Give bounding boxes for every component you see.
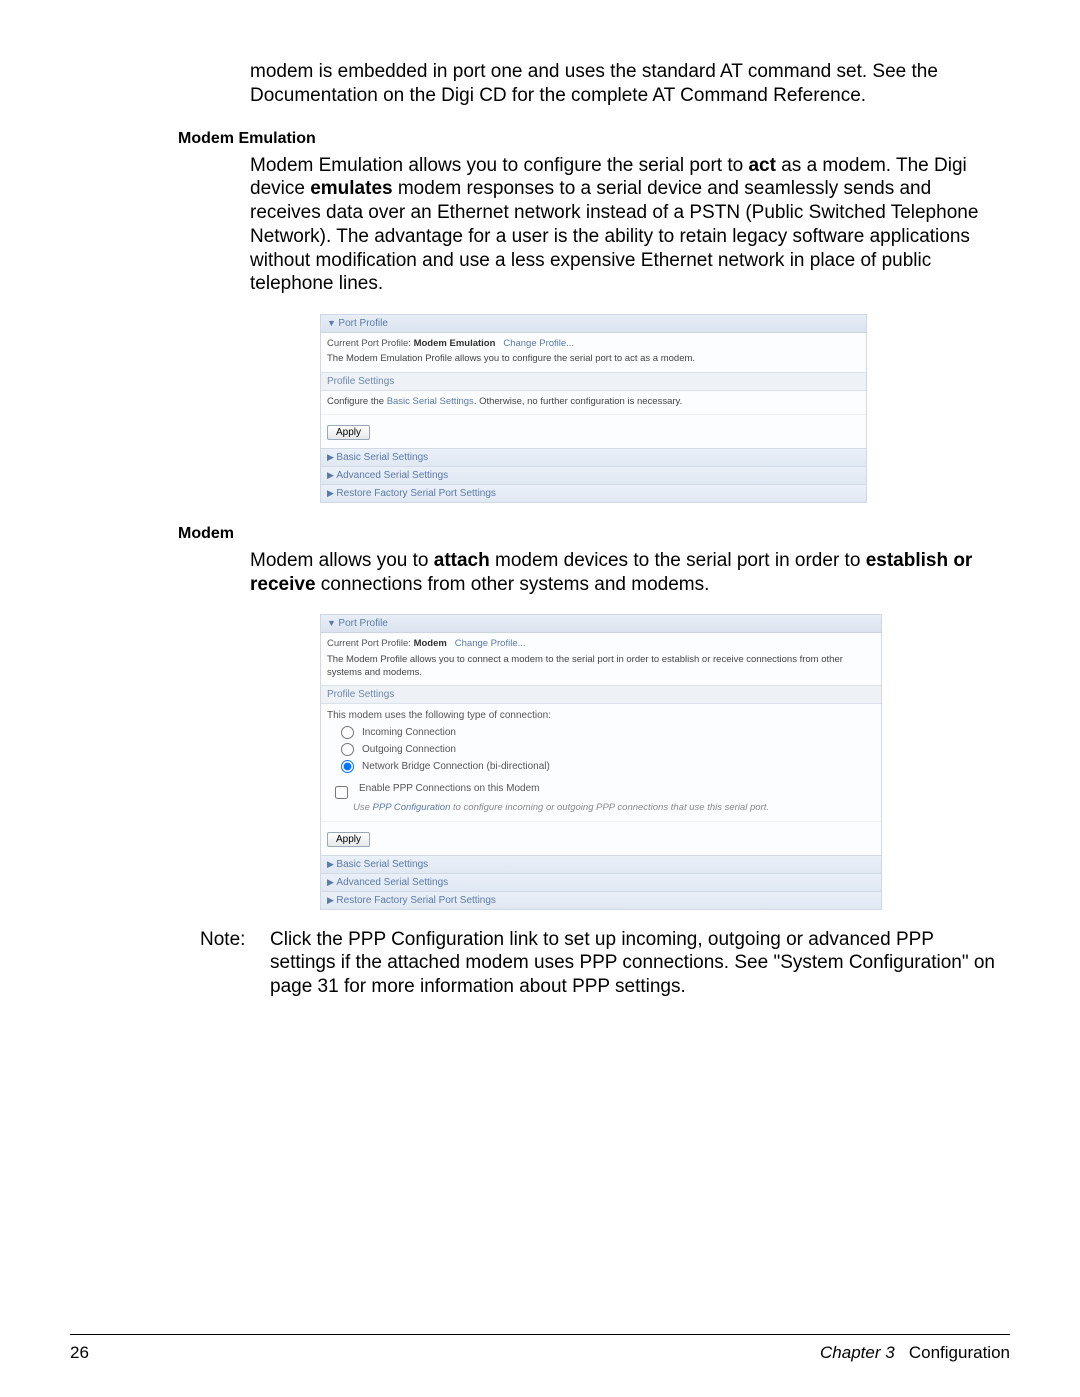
row-advanced-serial[interactable]: ▶ Advanced Serial Settings (321, 466, 866, 484)
checkbox-enable-ppp[interactable]: Enable PPP Connections on this Modem (327, 775, 875, 802)
radio-outgoing[interactable]: Outgoing Connection (327, 741, 875, 758)
text: connections from other systems and modem… (316, 574, 710, 595)
apply-button[interactable]: Apply (327, 425, 370, 440)
radio-incoming[interactable]: Incoming Connection (327, 724, 875, 741)
row-restore-factory[interactable]: ▶ Restore Factory Serial Port Settings (321, 891, 881, 909)
chevron-down-icon: ▼ (327, 618, 338, 628)
text-bold: attach (434, 550, 490, 571)
panel-body: Current Port Profile: Modem Emulation Ch… (321, 333, 866, 372)
row-label: Advanced Serial Settings (336, 470, 448, 481)
radio-input[interactable] (341, 743, 354, 756)
checkbox-label: Enable PPP Connections on this Modem (359, 783, 539, 794)
panel-header[interactable]: ▼ Port Profile (321, 315, 866, 333)
apply-button[interactable]: Apply (327, 832, 370, 847)
chevron-right-icon: ▶ (327, 895, 336, 905)
settings-body: This modem uses the following type of co… (321, 704, 881, 820)
apply-row: Apply (321, 821, 881, 855)
chevron-down-icon: ▼ (327, 318, 338, 328)
current-profile-name: Modem (414, 638, 447, 649)
ppp-hint: Use PPP Configuration to configure incom… (327, 802, 875, 814)
radio-label: Incoming Connection (362, 727, 456, 738)
panel-title: Port Profile (338, 318, 387, 329)
content-column: modem is embedded in port one and uses t… (250, 60, 1000, 999)
radio-input[interactable] (341, 726, 354, 739)
checkbox-input[interactable] (335, 786, 348, 799)
chevron-right-icon: ▶ (327, 488, 336, 498)
intro-paragraph: modem is embedded in port one and uses t… (250, 60, 1000, 108)
note-label: Note: (200, 928, 254, 999)
row-label: Basic Serial Settings (336, 859, 428, 870)
row-basic-serial[interactable]: ▶ Basic Serial Settings (321, 855, 881, 873)
chevron-right-icon: ▶ (327, 859, 336, 869)
footer-right: Chapter 3 Configuration (820, 1343, 1010, 1363)
chevron-right-icon: ▶ (327, 452, 336, 462)
chevron-right-icon: ▶ (327, 877, 336, 887)
text-bold: act (748, 155, 775, 176)
conn-intro: This modem uses the following type of co… (327, 710, 875, 721)
text: Use (353, 802, 373, 813)
note: Note: Click the PPP Configuration link t… (200, 928, 1000, 999)
row-label: Advanced Serial Settings (336, 877, 448, 888)
chevron-right-icon: ▶ (327, 470, 336, 480)
current-profile-name: Modem Emulation (414, 338, 496, 349)
current-profile-label: Current Port Profile: (327, 338, 411, 349)
row-label: Restore Factory Serial Port Settings (336, 488, 496, 499)
text-bold: emulates (310, 178, 392, 199)
para-modem-emulation: Modem Emulation allows you to configure … (250, 154, 1000, 297)
radio-input[interactable] (341, 760, 354, 773)
page-number: 26 (70, 1343, 89, 1363)
current-profile-label: Current Port Profile: (327, 638, 411, 649)
text: Modem allows you to (250, 550, 434, 571)
heading-modem-emulation: Modem Emulation (178, 130, 1000, 148)
profile-settings-bar: Profile Settings (321, 685, 881, 704)
text: Configure the (327, 396, 387, 407)
ppp-configuration-link[interactable]: PPP Configuration (373, 802, 451, 813)
row-label: Restore Factory Serial Port Settings (336, 895, 496, 906)
heading-modem: Modem (178, 525, 1000, 543)
radio-label: Outgoing Connection (362, 744, 456, 755)
panel-body: Current Port Profile: Modem Change Profi… (321, 633, 881, 685)
apply-row: Apply (321, 414, 866, 448)
radio-bridge[interactable]: Network Bridge Connection (bi-directiona… (327, 758, 875, 775)
profile-desc: The Modem Emulation Profile allows you t… (327, 352, 860, 365)
profile-desc: The Modem Profile allows you to connect … (327, 653, 875, 680)
para-modem: Modem allows you to attach modem devices… (250, 549, 1000, 597)
panel-header[interactable]: ▼ Port Profile (321, 615, 881, 633)
panel-modem-emulation: ▼ Port Profile Current Port Profile: Mod… (320, 314, 867, 503)
page-footer: 26 Chapter 3 Configuration (70, 1334, 1010, 1363)
row-basic-serial[interactable]: ▶ Basic Serial Settings (321, 448, 866, 466)
change-profile-link[interactable]: Change Profile... (455, 638, 526, 649)
page: modem is embedded in port one and uses t… (0, 0, 1080, 1397)
panel-title: Port Profile (338, 618, 387, 629)
radio-label: Network Bridge Connection (bi-directiona… (362, 761, 550, 772)
panel-modem: ▼ Port Profile Current Port Profile: Mod… (320, 614, 882, 909)
row-label: Basic Serial Settings (336, 452, 428, 463)
basic-serial-settings-link[interactable]: Basic Serial Settings (387, 396, 474, 407)
text: Modem Emulation allows you to configure … (250, 155, 748, 176)
change-profile-link[interactable]: Change Profile... (503, 338, 574, 349)
note-text: Click the PPP Configuration link to set … (270, 928, 1000, 999)
text: . Otherwise, no further configuration is… (474, 396, 682, 407)
row-advanced-serial[interactable]: ▶ Advanced Serial Settings (321, 873, 881, 891)
row-restore-factory[interactable]: ▶ Restore Factory Serial Port Settings (321, 484, 866, 502)
text: modem devices to the serial port in orde… (490, 550, 866, 571)
chapter-title: Configuration (909, 1343, 1010, 1362)
settings-body: Configure the Basic Serial Settings. Oth… (321, 391, 866, 414)
text: to configure incoming or outgoing PPP co… (450, 802, 769, 813)
profile-settings-bar: Profile Settings (321, 372, 866, 391)
chapter-ref: Chapter 3 (820, 1343, 895, 1362)
